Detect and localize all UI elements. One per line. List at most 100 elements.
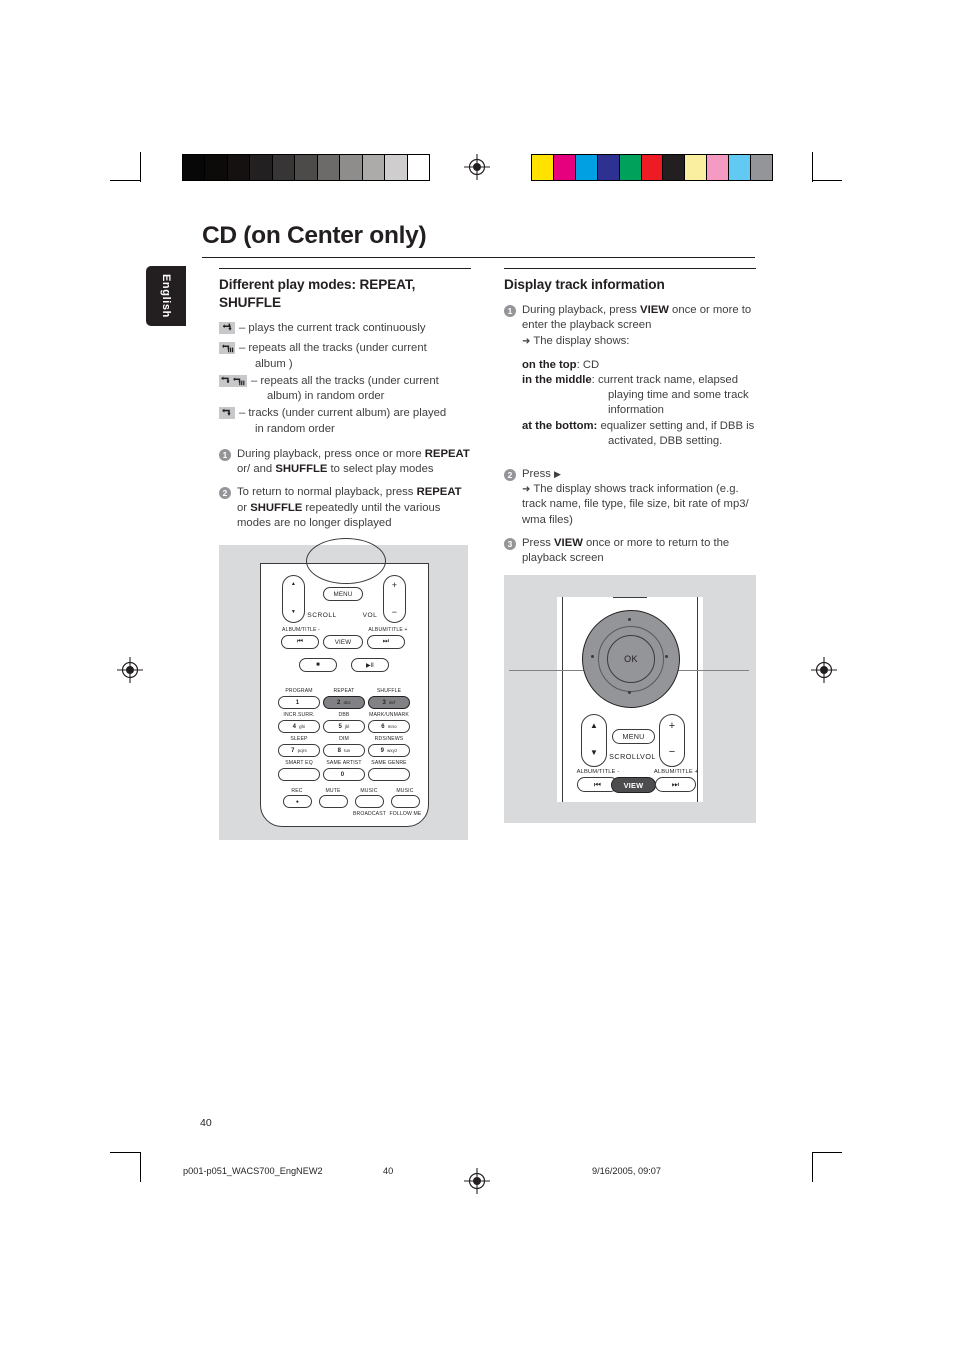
display-region-row: at the bottom: equalizer setting and, if… [522,419,756,449]
color-swatch [532,155,553,180]
menu-button[interactable]: MENU [323,587,363,601]
display-region-value: CD [582,358,600,371]
legend-row: – tracks (under current album) are playe… [219,406,471,437]
result-text: The display shows track information (e.g… [522,483,749,526]
play-icon: ▶ [554,468,561,479]
grayscale-calibration-bar [182,154,430,181]
step1-text-a: During playback, press [522,304,641,317]
grayscale-swatch [226,155,250,180]
keypad-button-0[interactable]: 0 [323,768,365,781]
color-swatch [596,155,619,180]
step-number: 2 [219,487,231,500]
crop-mark-tl-h [110,180,140,181]
grayscale-swatch [406,155,429,180]
display-region-row: on the top: CD [522,358,756,373]
display-region-row: in the middle: current track name, elaps… [522,373,756,419]
figure-remote-full: ▲ ▼ SCROLL MENU + − VOL ALBUM/TITLE - ⏮ VIEW ALBUM… [219,538,468,840]
crop-mark-tl-v [140,152,141,182]
display-region-value: current track name, elapsed [597,373,738,386]
section-title-play-modes: Different play modes: REPEAT, SHUFFLE [219,277,416,311]
keypad-button-4[interactable]: 4 ghi [278,720,320,733]
album-title-minus-button[interactable]: ⏮ [281,635,319,649]
figure-remote-detail: OK ▲ ▼ SCROLL MENU + − VOL ALBUM/TITLE - ⏮ VIEW ALB… [504,575,756,823]
grayscale-swatch [294,155,317,180]
keypad-button-1[interactable]: 1 [278,696,320,709]
keypad-button-3[interactable]: 3 def [368,696,410,709]
album-title-plus-button[interactable]: ⏭ [367,635,405,649]
keypad-digit: 1 [295,699,300,706]
step-text-fragment: to select play modes [327,463,434,476]
remote-chassis: ▲ ▼ SCROLL MENU + − VOL ALBUM/TITLE - ⏮ VIEW ALBUM… [260,538,429,827]
step-text-fragment: or [237,501,251,514]
album-title-minus-label: ALBUM/TITLE - [576,769,620,775]
keypad-label-same-artist: SAME ARTIST [326,760,362,766]
registration-mark-top [464,154,490,180]
section-title-track-info: Display track information [504,277,665,293]
keypad-button-smart-eq[interactable] [278,768,320,781]
color-swatch [728,155,751,180]
left-column: Different play modes: REPEAT, SHUFFLE – … [219,268,471,539]
keypad-button-9[interactable]: 9 wxyz [368,744,410,757]
scroll-up-icon: ▲ [290,581,297,587]
color-swatch [684,155,707,180]
keypad-label-rds-news: RDS/NEWS [374,736,404,742]
keypad-label-dim: DIM [339,736,349,742]
imposition-timestamp: 9/16/2005, 09:07 [592,1166,661,1176]
stop-button[interactable]: ■ [299,658,337,672]
view-button[interactable]: VIEW [611,777,656,793]
legend-text: – repeats all the tracks (under current a… [251,374,471,405]
bottom-button-music-follow-me[interactable] [391,795,420,808]
grayscale-swatch [249,155,272,180]
keypad-button-8[interactable]: 8 tuv [323,744,365,757]
vol-label: VOL [640,752,656,761]
keypad-button-2[interactable]: 2 abc [323,696,365,709]
step2-press-label: Press [522,467,551,480]
page-title: CD (on Center only) [202,222,427,249]
registration-mark-bottom [464,1168,490,1194]
color-calibration-bar [531,154,773,181]
legend-text: – plays the current track continuously [239,321,471,336]
step-text: During playback, press once or more REPE… [237,447,471,477]
keypad-digit: 3 [382,699,386,706]
album-title-plus-button[interactable]: ⏭ [655,777,696,792]
grayscale-swatch [271,155,295,180]
bottom-button-music-broadcast[interactable] [355,795,384,808]
legend-description: – tracks (under current album) are playe… [239,407,447,420]
keypad-button-6[interactable]: 6 mno [368,720,410,733]
menu-button[interactable]: MENU [612,729,655,744]
result-line: ➜ The display shows track information (e… [522,482,756,528]
grayscale-swatch [204,155,227,180]
legend-description-continued: album) in random order [267,390,385,403]
album-title-plus-label: ALBUM/TITLE + [653,769,699,775]
step-keyword: REPEAT [416,486,462,499]
legend-row: – plays the current track continuously [219,321,471,339]
legend-description-continued: in random order [255,422,335,435]
keypad-label-incr-surr-: INCR.SURR. [283,712,315,718]
bottom-button-mute[interactable] [319,795,348,808]
display-region-term: in the middle [522,373,592,386]
legend-description: – repeats all the tracks (under current [239,342,427,355]
color-swatch [618,155,641,180]
crop-mark-br-v [812,1152,813,1182]
bottom-button-rec[interactable]: ● [283,795,312,808]
keypad-letters: mno [387,724,397,729]
step-item: 2 Press ▶ ➜ The display shows track info… [504,467,756,528]
view-button[interactable]: VIEW [323,635,363,649]
play-mode-legend: – plays the current track continuously –… [219,321,471,437]
play-pause-button[interactable]: ▶Ⅱ [351,658,389,672]
step-number: 1 [219,449,231,462]
ok-button[interactable]: OK [607,635,655,683]
keypad-label-smart-eq: SMART EQ [285,760,313,766]
keypad-label-program: PROGRAM [285,688,313,694]
keypad-button-5[interactable]: 5 jkl [323,720,365,733]
scroll-label: SCROLL [307,612,337,619]
step-keyword: SHUFFLE [250,501,303,514]
step3-view-keyword: VIEW [554,536,583,549]
legend-text: – tracks (under current album) are playe… [239,406,471,437]
color-swatch [662,155,685,180]
keypad-button-same-genre[interactable] [368,768,410,781]
vol-label: VOL [362,612,378,619]
shuffle-icon [219,406,235,424]
result-line: ➜ The display shows: [522,334,756,349]
keypad-button-7[interactable]: 7 pqrs [278,744,320,757]
